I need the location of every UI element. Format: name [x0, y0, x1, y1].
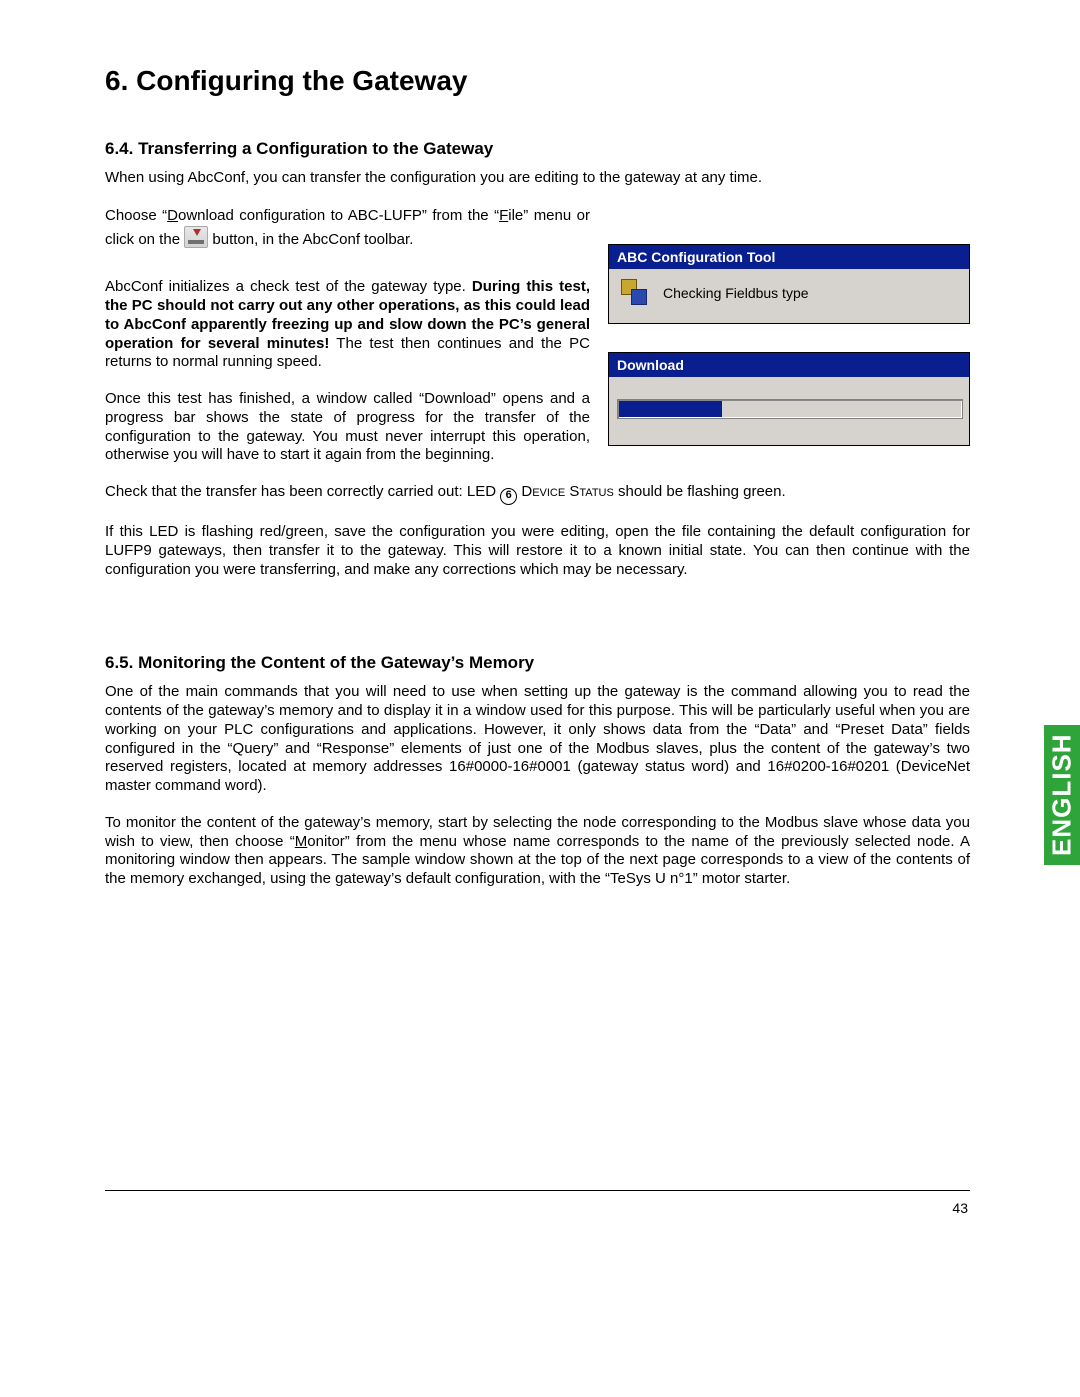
- progress-bar: [617, 399, 963, 419]
- language-tab: ENGLISH: [1044, 725, 1080, 865]
- text: evice: [532, 483, 565, 500]
- text: Choose “: [105, 207, 167, 224]
- footer-divider: [105, 1190, 970, 1191]
- text: tatus: [579, 483, 613, 500]
- para-65-2: To monitor the content of the gateway’s …: [105, 814, 970, 889]
- progress-fill: [619, 401, 722, 417]
- para-64-4: Once this test has finished, a window ca…: [105, 390, 590, 465]
- para-64-6: If this LED is flashing red/green, save …: [105, 523, 970, 579]
- text: Check that the transfer has been correct…: [105, 483, 500, 500]
- led-number-icon: 6: [500, 488, 517, 505]
- chapter-title: 6. Configuring the Gateway: [105, 65, 970, 97]
- text: button, in the AbcConf toolbar.: [208, 231, 413, 248]
- download-toolbar-icon: [184, 226, 208, 248]
- dialog-title: Download: [609, 353, 969, 377]
- page-number: 43: [952, 1200, 968, 1216]
- text: ownload configuration to ABC-LUFP” from …: [178, 207, 499, 224]
- dialog-message: Checking Fieldbus type: [663, 285, 809, 301]
- para-64-3: AbcConf initializes a check test of the …: [105, 278, 590, 372]
- para-65-1: One of the main commands that you will n…: [105, 683, 970, 796]
- text: should be flashing green.: [614, 483, 786, 500]
- menu-letter-m: M: [295, 833, 308, 850]
- para-64-1: When using AbcConf, you can transfer the…: [105, 169, 970, 188]
- para-64-5: Check that the transfer has been correct…: [105, 483, 970, 505]
- dialog-app-icon: [621, 279, 649, 307]
- menu-letter-f: F: [499, 207, 508, 224]
- para-64-2: Choose “Download configuration to ABC-LU…: [105, 206, 590, 251]
- section-64-title: 6.4. Transferring a Configuration to the…: [105, 139, 970, 159]
- dialog-configuration-tool: ABC Configuration Tool Checking Fieldbus…: [608, 244, 970, 324]
- menu-letter-d: D: [167, 207, 178, 224]
- dialog-title: ABC Configuration Tool: [609, 245, 969, 269]
- text: S: [565, 483, 579, 500]
- dialog-download: Download: [608, 352, 970, 446]
- text: AbcConf initializes a check test of the …: [105, 278, 472, 295]
- text: D: [517, 483, 532, 500]
- section-65-title: 6.5. Monitoring the Content of the Gatew…: [105, 653, 970, 673]
